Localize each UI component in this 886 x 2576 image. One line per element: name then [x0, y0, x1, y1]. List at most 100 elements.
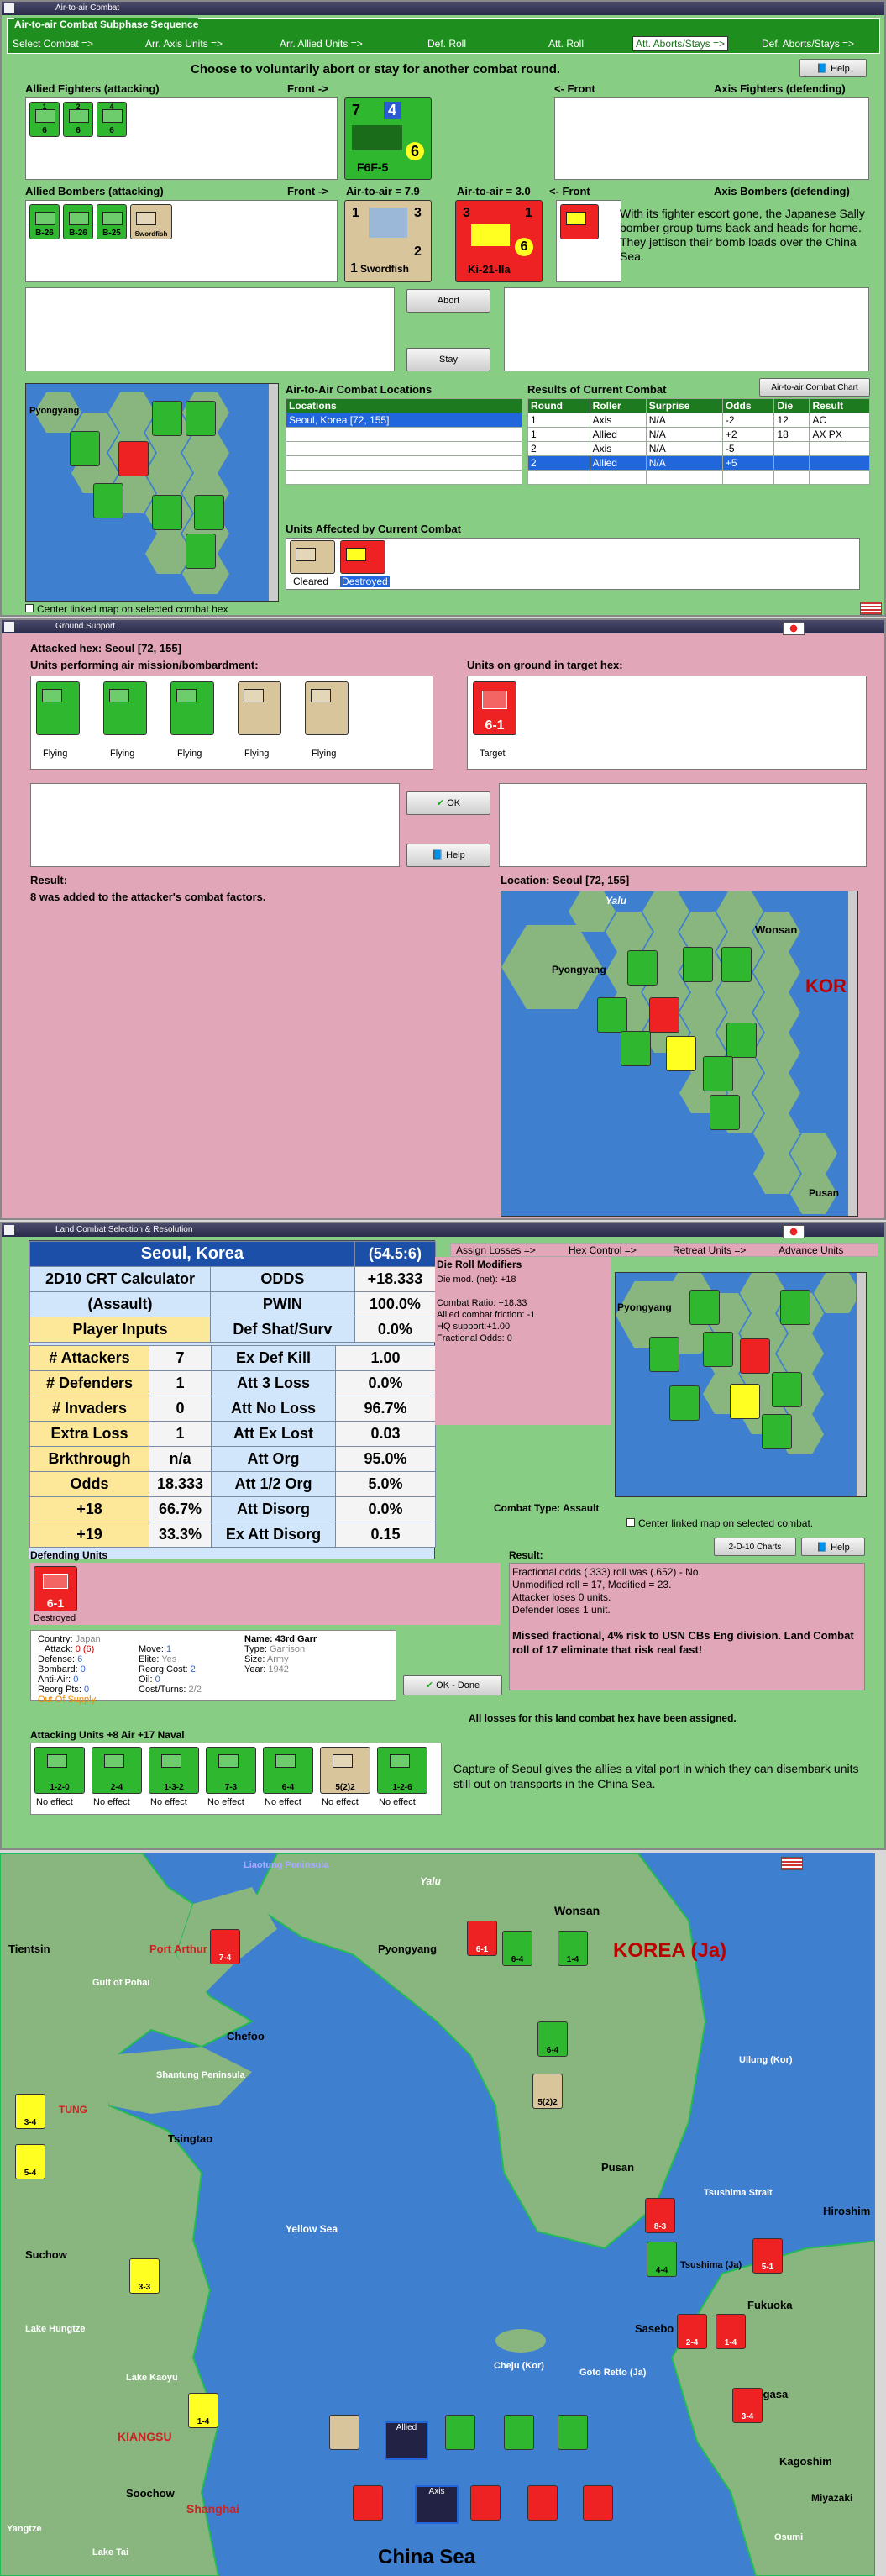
map-unit[interactable] — [649, 997, 679, 1033]
step-arr-axis[interactable]: Arr. Axis Units => — [145, 38, 223, 50]
target-unit[interactable]: 6-1 — [473, 681, 516, 735]
map-unit[interactable] — [666, 1036, 696, 1071]
center-map-checkbox[interactable] — [626, 1518, 635, 1527]
map-unit[interactable] — [710, 1095, 740, 1130]
map-unit[interactable] — [194, 495, 224, 530]
map-unit[interactable]: 1-4 — [188, 2393, 218, 2428]
map-unit[interactable] — [762, 1414, 792, 1449]
map-unit[interactable]: 7-4 — [210, 1929, 240, 1964]
table-row[interactable]: 2 Allied N/A +5 — [527, 455, 870, 471]
big-axis-bomber-unit[interactable]: 3 1 6 Ki-21-IIa — [455, 200, 543, 282]
map-unit[interactable] — [740, 1338, 770, 1374]
center-map-checkbox[interactable] — [25, 604, 34, 612]
fighter-unit[interactable]: 46 — [97, 102, 127, 137]
big-bomber-unit[interactable]: 1 3 1 Swordfish 2 — [344, 200, 432, 282]
combat-minimap[interactable]: Pyongyang — [25, 383, 279, 602]
step-arr-allied[interactable]: Arr. Allied Units => — [280, 38, 363, 50]
map-unit[interactable] — [186, 401, 216, 436]
main-map[interactable]: Liaotung Peninsula Yalu Wonsan Tientsin … — [0, 1853, 886, 2576]
step-att-roll[interactable]: Att. Roll — [548, 38, 584, 50]
map-unit[interactable] — [683, 947, 713, 982]
attacking-unit[interactable]: 6-4 — [263, 1747, 313, 1794]
map-scroll-v[interactable] — [847, 891, 857, 1216]
attacking-unit[interactable]: 5(2)2 — [320, 1747, 370, 1794]
bomber-unit[interactable]: B-25 — [97, 204, 127, 239]
stack-axis-box[interactable]: Axis — [415, 2485, 459, 2524]
bomber-unit[interactable]: B-26 — [63, 204, 93, 239]
map-unit[interactable]: 3-4 — [15, 2094, 45, 2129]
crt-input[interactable]: n/a — [149, 1446, 212, 1472]
map-unit[interactable]: 3-3 — [129, 2258, 160, 2294]
map-unit[interactable]: 2-4 — [677, 2314, 707, 2349]
help-button[interactable]: 📘 Help — [801, 1538, 865, 1556]
map-scroll-v[interactable] — [268, 384, 278, 601]
map-unit[interactable] — [689, 1290, 720, 1325]
bomber-unit[interactable] — [238, 681, 281, 735]
fighter-unit[interactable]: 26 — [63, 102, 93, 137]
map-air-unit[interactable] — [445, 2415, 475, 2450]
bomber-unit[interactable] — [170, 681, 214, 735]
map-unit[interactable] — [730, 1384, 760, 1419]
map-unit[interactable]: 5(2)2 — [532, 2074, 563, 2109]
step-def-roll[interactable]: Def. Roll — [427, 38, 466, 50]
bomber-unit[interactable]: Swordfish — [130, 204, 172, 239]
location-row[interactable]: Seoul, Korea [72, 155] — [286, 413, 522, 428]
map-unit[interactable]: 3-4 — [732, 2388, 763, 2423]
map-unit[interactable] — [118, 441, 149, 476]
table-row[interactable]: 1 Allied N/A +2 18 AX PX — [527, 427, 870, 442]
land-minimap[interactable]: Pyongyang — [615, 1272, 867, 1497]
map-unit[interactable] — [649, 1337, 679, 1372]
step-select-combat[interactable]: Select Combat => — [13, 38, 93, 50]
map-air-unit[interactable] — [583, 2485, 613, 2521]
charts-button[interactable]: 2-D-10 Charts — [714, 1538, 796, 1556]
step-retreat[interactable]: Retreat Units => — [673, 1244, 746, 1256]
map-unit[interactable]: 8-3 — [645, 2198, 675, 2233]
map-air-unit[interactable] — [527, 2485, 558, 2521]
map-scroll-v[interactable] — [874, 1853, 886, 2576]
center-map-row[interactable]: Center linked map on selected combat. — [626, 1517, 813, 1529]
step-att-aborts[interactable]: Att. Aborts/Stays => — [632, 36, 729, 51]
ok-done-button[interactable]: ✔ OK - Done — [403, 1675, 502, 1695]
map-unit[interactable] — [703, 1332, 733, 1367]
crt-input[interactable]: 0 — [149, 1396, 212, 1422]
map-air-unit[interactable] — [504, 2415, 534, 2450]
bomber-unit[interactable] — [305, 681, 349, 735]
crt-input[interactable]: 7 — [149, 1345, 212, 1371]
bomber-unit[interactable] — [103, 681, 147, 735]
map-unit[interactable] — [780, 1290, 810, 1325]
map-air-unit[interactable] — [329, 2415, 359, 2450]
big-fighter-unit[interactable]: 7 4 6 F6F-5 — [344, 97, 432, 180]
map-air-unit[interactable] — [558, 2415, 588, 2450]
map-unit[interactable] — [621, 1031, 651, 1066]
map-unit[interactable] — [597, 997, 627, 1033]
map-unit[interactable] — [721, 947, 752, 982]
crt-input[interactable]: 1 — [149, 1370, 212, 1396]
map-unit[interactable] — [93, 483, 123, 518]
affected-unit[interactable] — [340, 540, 385, 574]
step-def-aborts[interactable]: Def. Aborts/Stays => — [762, 38, 854, 50]
ground-map[interactable]: Yalu Wonsan Pyongyang KOR Pusan — [501, 891, 858, 1217]
map-scroll-v[interactable] — [856, 1273, 866, 1496]
attacking-unit[interactable]: 1-3-2 — [149, 1747, 199, 1794]
bomber-unit[interactable]: B-26 — [29, 204, 60, 239]
attacking-unit[interactable]: 1-2-0 — [34, 1747, 85, 1794]
help-button[interactable]: 📘 Help — [406, 844, 490, 867]
attacking-unit[interactable]: 7-3 — [206, 1747, 256, 1794]
axis-bomber-unit[interactable] — [560, 204, 599, 239]
step-assign-losses[interactable]: Assign Losses => — [456, 1244, 536, 1256]
step-advance[interactable]: Advance Units — [779, 1244, 843, 1256]
map-unit[interactable]: 1-4 — [716, 2314, 746, 2349]
map-unit[interactable] — [726, 1023, 757, 1058]
attacking-unit[interactable]: 1-2-6 — [377, 1747, 427, 1794]
map-unit[interactable]: 6-4 — [502, 1931, 532, 1966]
map-unit[interactable] — [703, 1056, 733, 1091]
map-unit[interactable]: 5-1 — [752, 2238, 783, 2274]
stack-allied-box[interactable]: Allied — [385, 2421, 428, 2460]
affected-unit[interactable] — [290, 540, 335, 574]
air-chart-button[interactable]: Air-to-air Combat Chart — [759, 378, 870, 397]
ok-button[interactable]: ✔ OK — [406, 791, 490, 815]
map-unit[interactable] — [669, 1385, 700, 1421]
map-unit[interactable] — [186, 534, 216, 569]
attacking-unit[interactable]: 2-4 — [92, 1747, 142, 1794]
map-unit[interactable] — [152, 495, 182, 530]
